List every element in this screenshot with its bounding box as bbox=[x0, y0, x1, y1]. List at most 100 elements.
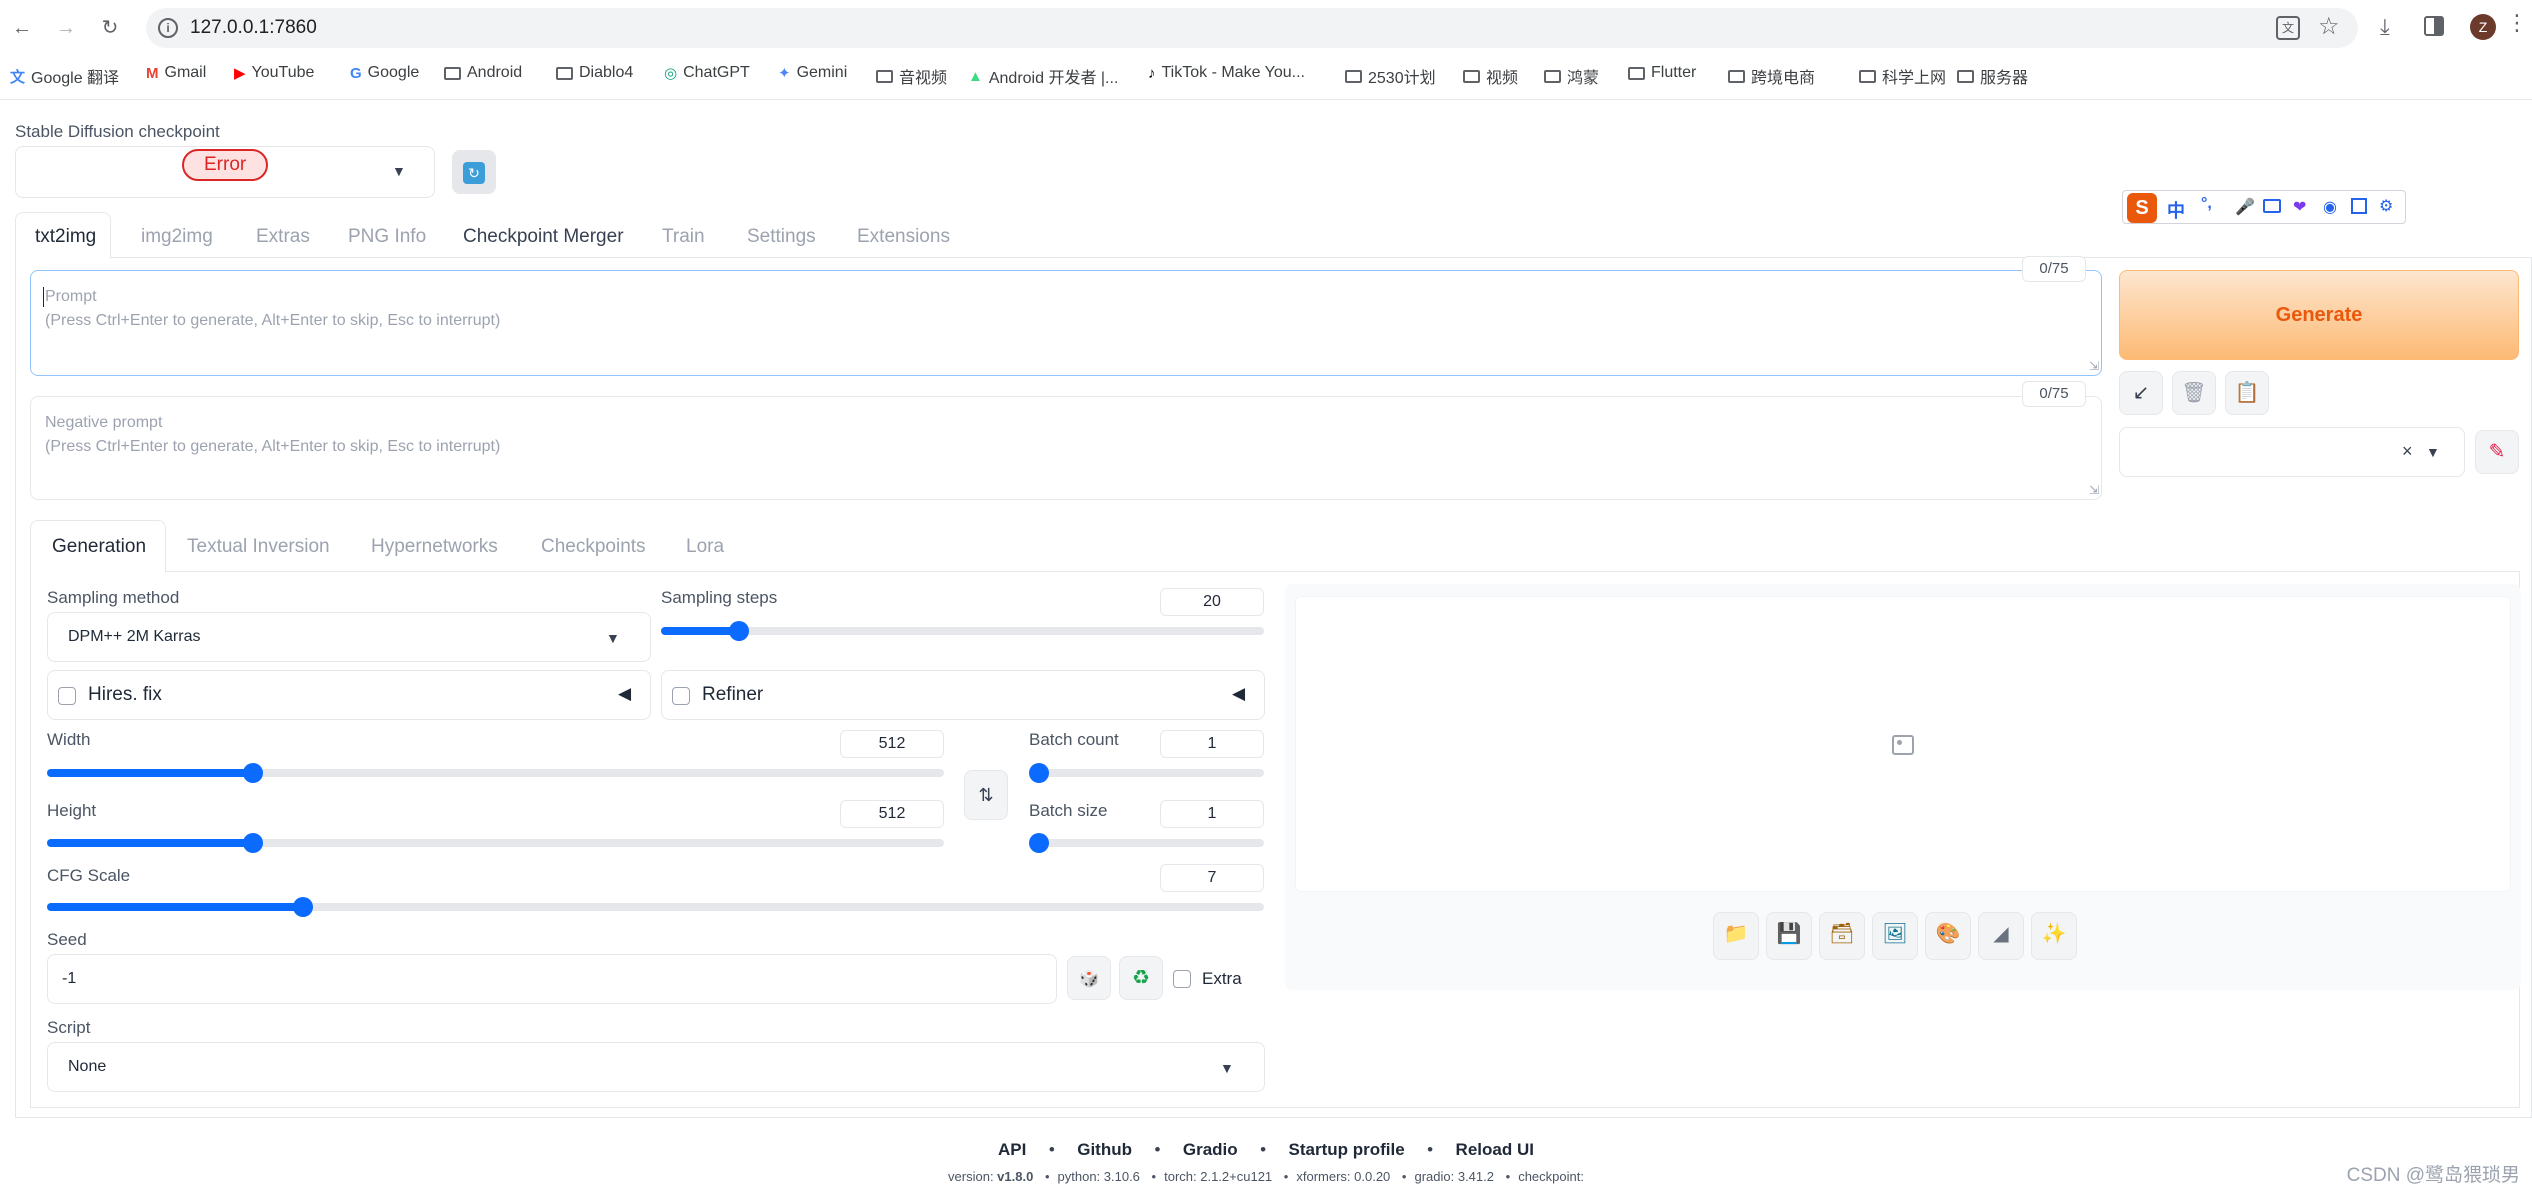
bookmark-item[interactable]: 服务器 bbox=[1957, 64, 2028, 88]
google-translate-icon: 文 bbox=[10, 68, 26, 86]
hires-fix-accordion[interactable]: Hires. fix ◀ bbox=[47, 670, 651, 720]
reuse-seed-button[interactable]: ♻ bbox=[1119, 956, 1163, 1000]
extra-seed-checkbox[interactable] bbox=[1173, 970, 1191, 988]
bookmark-item[interactable]: M Gmail bbox=[146, 64, 206, 82]
bookmark-item[interactable]: Flutter bbox=[1628, 64, 1696, 82]
save-button[interactable]: 💾 bbox=[1766, 912, 1812, 960]
generate-button[interactable]: Generate bbox=[2119, 270, 2519, 360]
site-info-icon[interactable]: i bbox=[158, 18, 178, 38]
resize-handle-icon[interactable]: ⇲ bbox=[2089, 483, 2099, 497]
height-slider[interactable] bbox=[47, 833, 944, 853]
bookmark-item[interactable]: 2530计划 bbox=[1345, 64, 1436, 88]
ime-punctuation[interactable]: °, bbox=[2201, 195, 2212, 213]
footer-link-github[interactable]: Github bbox=[1077, 1140, 1132, 1159]
edit-styles-button[interactable]: ✎ bbox=[2475, 430, 2519, 474]
checkpoint-dropdown[interactable]: Error ▼ bbox=[15, 146, 435, 198]
batch-size-input[interactable]: 1 bbox=[1160, 800, 1264, 828]
forward-icon[interactable]: → bbox=[52, 14, 80, 42]
bookmark-item[interactable]: Diablo4 bbox=[556, 64, 633, 82]
tab-png-info[interactable]: PNG Info bbox=[348, 226, 426, 248]
sampling-method-dropdown[interactable]: DPM++ 2M Karras ▼ bbox=[47, 612, 651, 662]
footer-link-gradio[interactable]: Gradio bbox=[1183, 1140, 1238, 1159]
cfg-scale-slider[interactable] bbox=[47, 897, 1264, 917]
clear-x-icon[interactable]: × bbox=[2402, 441, 2413, 462]
bookmark-item[interactable]: 音视频 bbox=[876, 64, 947, 88]
read-params-button[interactable]: ↙ bbox=[2119, 371, 2163, 415]
styles-dropdown[interactable]: × ▼ bbox=[2119, 427, 2465, 477]
tab-img2img[interactable]: img2img bbox=[141, 226, 213, 248]
negative-prompt-token-counter: 0/75 bbox=[2022, 381, 2086, 407]
bookmark-item[interactable]: ▲ Android 开发者 |... bbox=[968, 64, 1118, 88]
bookmark-item[interactable]: ◎ ChatGPT bbox=[664, 64, 750, 82]
tab-train[interactable]: Train bbox=[662, 226, 705, 248]
send-to-extras-button[interactable]: ◢ bbox=[1978, 912, 2024, 960]
address-bar[interactable]: i 127.0.0.1:7860 文 ☆ bbox=[146, 8, 2358, 48]
bookmark-item[interactable]: G Google bbox=[350, 64, 419, 82]
resize-handle-icon[interactable]: ⇲ bbox=[2089, 359, 2099, 373]
reload-icon[interactable]: ↻ bbox=[96, 14, 124, 42]
footer-link-api[interactable]: API bbox=[998, 1140, 1026, 1159]
apply-style-button[interactable]: 📋 bbox=[2225, 371, 2269, 415]
open-folder-button[interactable]: 📁 bbox=[1713, 912, 1759, 960]
url-text: 127.0.0.1:7860 bbox=[190, 17, 317, 38]
prompt-input[interactable]: Prompt (Press Ctrl+Enter to generate, Al… bbox=[30, 270, 2102, 376]
random-seed-button[interactable]: 🎲 bbox=[1067, 956, 1111, 1000]
sampling-steps-input[interactable]: 20 bbox=[1160, 588, 1264, 616]
subtab-generation[interactable]: Generation bbox=[52, 536, 146, 558]
slider-thumb[interactable] bbox=[292, 897, 313, 917]
bookmark-item[interactable]: ▶ YouTube bbox=[234, 64, 314, 82]
subtab-lora[interactable]: Lora bbox=[686, 536, 724, 558]
subtab-checkpoints[interactable]: Checkpoints bbox=[541, 536, 646, 558]
tab-extras[interactable]: Extras bbox=[256, 226, 310, 248]
download-icon[interactable]: ⤓ bbox=[2380, 14, 2390, 40]
sampling-steps-slider[interactable] bbox=[661, 621, 1264, 641]
bookmark-item[interactable]: 跨境电商 bbox=[1728, 64, 1815, 88]
refiner-checkbox[interactable] bbox=[672, 687, 690, 705]
negative-prompt-input[interactable]: Negative prompt (Press Ctrl+Enter to gen… bbox=[30, 396, 2102, 500]
width-slider[interactable] bbox=[47, 763, 944, 783]
bookmark-item[interactable]: 科学上网 bbox=[1859, 64, 1946, 88]
subtab-hypernetworks[interactable]: Hypernetworks bbox=[371, 536, 498, 558]
cfg-scale-input[interactable]: 7 bbox=[1160, 864, 1264, 892]
checkpoint-label: Stable Diffusion checkpoint bbox=[15, 122, 220, 141]
profile-avatar[interactable]: Z bbox=[2470, 14, 2496, 40]
refresh-checkpoint-button[interactable]: ↻ bbox=[452, 150, 496, 194]
swap-dimensions-button[interactable]: ⇅ bbox=[964, 770, 1008, 820]
seed-label: Seed bbox=[47, 930, 87, 949]
star-icon[interactable]: ☆ bbox=[2318, 12, 2340, 41]
tab-checkpoint-merger[interactable]: Checkpoint Merger bbox=[463, 226, 624, 248]
tab-txt2img[interactable]: txt2img bbox=[35, 226, 96, 248]
height-input[interactable]: 512 bbox=[840, 800, 944, 828]
send-to-inpaint-button[interactable]: 🎨 bbox=[1925, 912, 1971, 960]
bookmark-item[interactable]: ♪ TikTok - Make You... bbox=[1148, 64, 1305, 82]
bookmark-item[interactable]: Android bbox=[444, 64, 522, 82]
batch-count-slider[interactable] bbox=[1029, 763, 1264, 783]
hires-fix-checkbox[interactable] bbox=[58, 687, 76, 705]
save-zip-button[interactable]: 🗃 bbox=[1819, 912, 1865, 960]
slider-thumb[interactable] bbox=[1029, 763, 1049, 783]
menu-icon[interactable]: ⋮ bbox=[2506, 12, 2528, 34]
send-to-img2img-button[interactable]: 🖼 bbox=[1872, 912, 1918, 960]
tab-extensions[interactable]: Extensions bbox=[857, 226, 950, 248]
bookmark-item[interactable]: ✦ Gemini bbox=[778, 64, 847, 82]
bookmark-item[interactable]: 文 Google 翻译 bbox=[10, 64, 119, 88]
slider-thumb[interactable] bbox=[1029, 833, 1049, 853]
footer-link-reload-ui[interactable]: Reload UI bbox=[1456, 1140, 1534, 1159]
clear-prompt-button[interactable]: 🗑 bbox=[2172, 371, 2216, 415]
tab-settings[interactable]: Settings bbox=[747, 226, 816, 248]
translate-icon[interactable]: 文 bbox=[2276, 16, 2300, 40]
keyboard-icon[interactable] bbox=[2263, 199, 2281, 213]
batch-count-input[interactable]: 1 bbox=[1160, 730, 1264, 758]
upscale-button[interactable]: ✨ bbox=[2031, 912, 2077, 960]
width-input[interactable]: 512 bbox=[840, 730, 944, 758]
side-panel-icon[interactable] bbox=[2424, 16, 2444, 36]
footer-link-startup-profile[interactable]: Startup profile bbox=[1289, 1140, 1405, 1159]
subtab-textual-inversion[interactable]: Textual Inversion bbox=[187, 536, 330, 558]
refiner-accordion[interactable]: Refiner ◀ bbox=[661, 670, 1265, 720]
batch-size-slider[interactable] bbox=[1029, 833, 1264, 853]
bookmark-item[interactable]: 视频 bbox=[1463, 64, 1518, 88]
script-dropdown[interactable]: None ▼ bbox=[47, 1042, 1265, 1092]
back-icon[interactable]: ← bbox=[8, 14, 36, 42]
seed-input[interactable]: -1 bbox=[47, 954, 1057, 1004]
bookmark-item[interactable]: 鸿蒙 bbox=[1544, 64, 1599, 88]
